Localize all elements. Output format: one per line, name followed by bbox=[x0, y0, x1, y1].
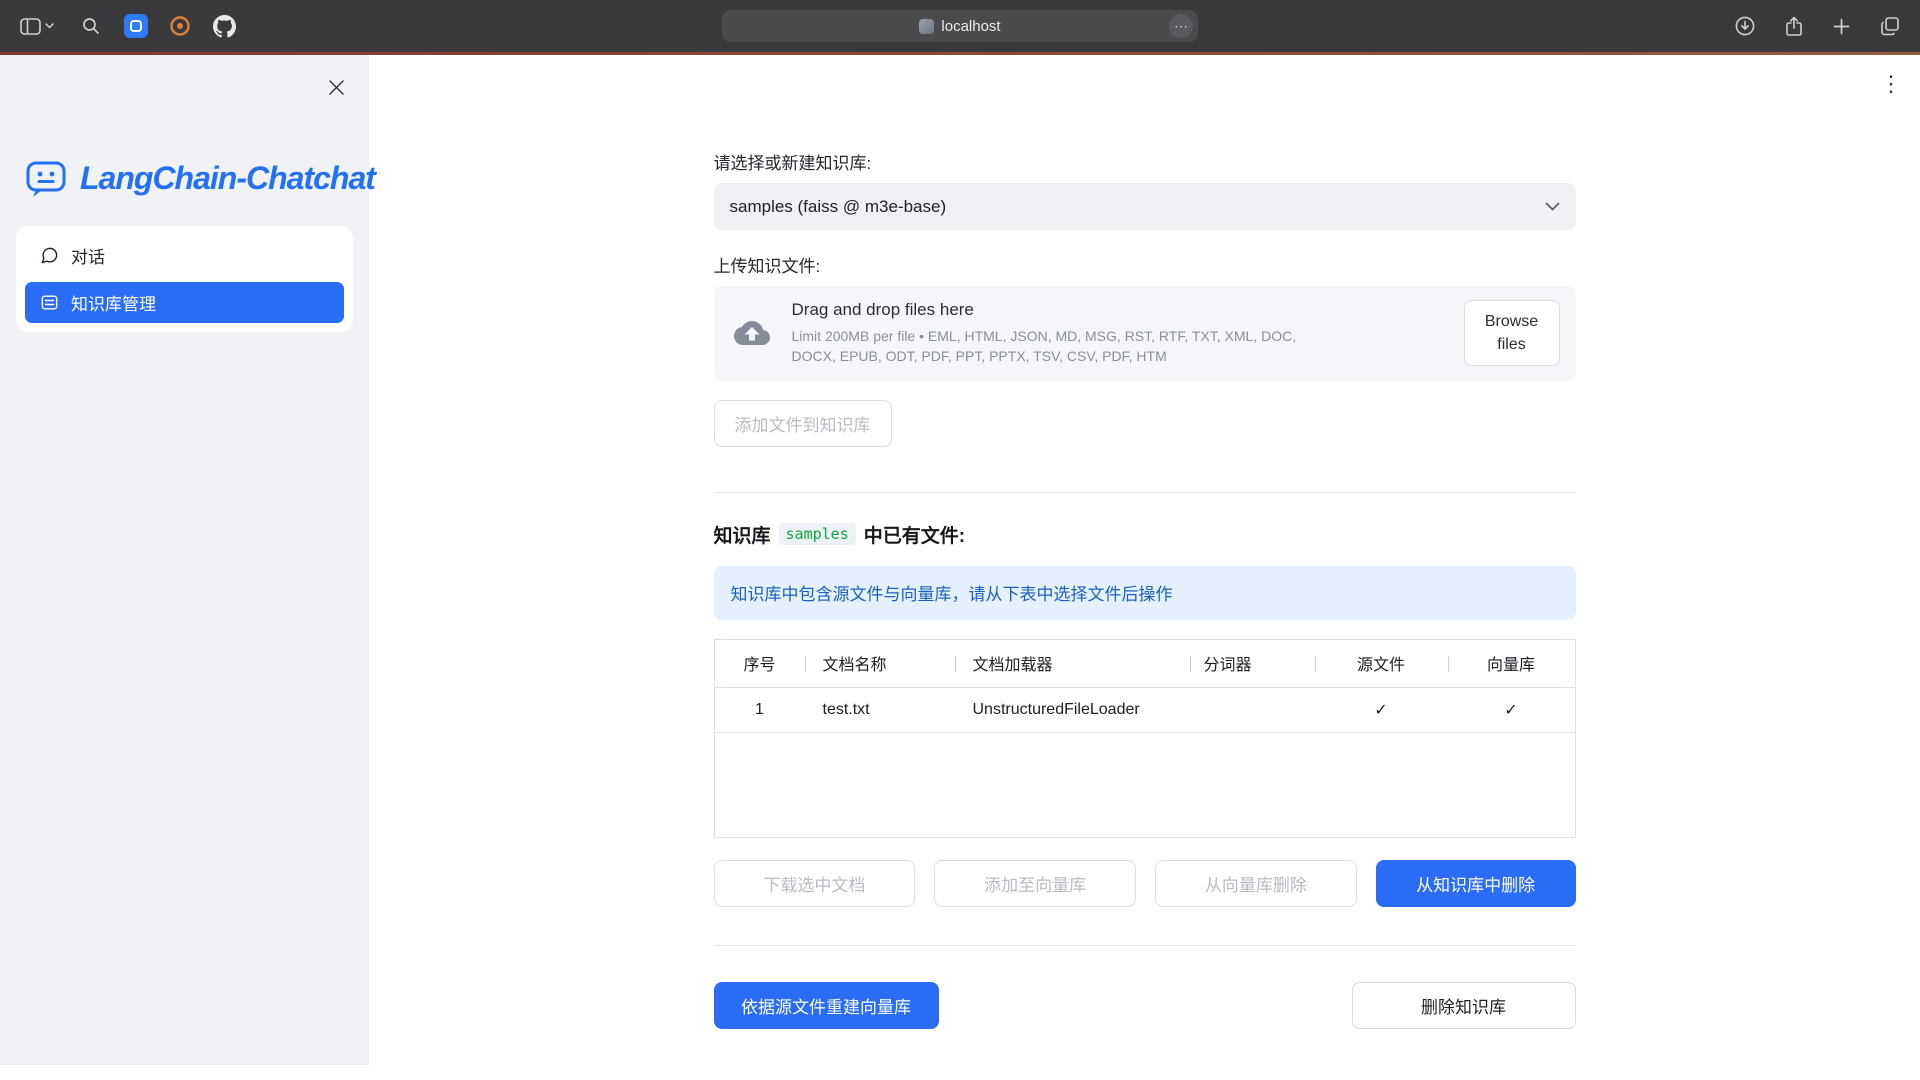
orange-app-icon[interactable] bbox=[168, 14, 192, 38]
table-row[interactable]: 1 test.txt UnstructuredFileLoader ✓ ✓ bbox=[715, 688, 1575, 733]
divider bbox=[714, 945, 1576, 946]
cloud-upload-icon bbox=[730, 315, 774, 351]
info-banner: 知识库中包含源文件与向量库，请从下表中选择文件后操作 bbox=[714, 566, 1576, 620]
app-logo: LangChain-Chatchat bbox=[24, 156, 369, 200]
cell-name: test.txt bbox=[805, 688, 955, 733]
sidebar-item-label: 知识库管理 bbox=[71, 290, 156, 315]
downloads-button[interactable] bbox=[1731, 12, 1759, 40]
sidebar-menu: 对话 知识库管理 bbox=[16, 226, 353, 332]
share-button[interactable] bbox=[1781, 12, 1807, 41]
close-sidebar-button[interactable] bbox=[324, 75, 349, 100]
blue-app-icon[interactable] bbox=[124, 14, 148, 38]
kb-select[interactable]: samples (faiss @ m3e-base) bbox=[714, 183, 1576, 230]
file-actions: 下载选中文档 添加至向量库 从向量库删除 从知识库中删除 bbox=[714, 860, 1576, 907]
kb-files-heading: 知识库 samples 中已有文件: bbox=[714, 521, 1576, 548]
more-options-icon[interactable]: ⋯ bbox=[1169, 14, 1193, 38]
close-icon bbox=[328, 79, 345, 96]
cell-vector-check: ✓ bbox=[1448, 688, 1575, 733]
delete-from-vector-button[interactable]: 从向量库删除 bbox=[1155, 860, 1357, 907]
browser-toolbar: localhost ⋯ bbox=[0, 0, 1920, 52]
toolbar-left-group bbox=[16, 13, 236, 39]
heading-suffix: 中已有文件: bbox=[864, 521, 965, 548]
upload-label: 上传知识文件: bbox=[714, 252, 1576, 277]
new-tab-button[interactable] bbox=[1829, 14, 1854, 39]
content-column: 请选择或新建知识库: samples (faiss @ m3e-base) 上传… bbox=[714, 55, 1576, 1029]
search-icon bbox=[82, 17, 100, 35]
heading-prefix: 知识库 bbox=[714, 521, 771, 548]
logo-text: LangChain-Chatchat bbox=[80, 160, 375, 197]
github-icon[interactable] bbox=[212, 14, 236, 38]
cell-splitter bbox=[1190, 688, 1315, 733]
sidebar: LangChain-Chatchat 对话 知识库管理 bbox=[0, 55, 369, 1065]
sidebar-panel-icon bbox=[20, 18, 41, 35]
kb-select-label: 请选择或新建知识库: bbox=[714, 149, 1576, 174]
dropzone-title: Drag and drop files here bbox=[792, 300, 1307, 320]
knowledge-base-icon bbox=[40, 293, 59, 312]
tab-overview-button[interactable] bbox=[1876, 12, 1904, 40]
rebuild-vector-store-button[interactable]: 依据源文件重建向量库 bbox=[714, 982, 939, 1029]
add-to-vector-button[interactable]: 添加至向量库 bbox=[934, 860, 1136, 907]
sidebar-item-kb-management[interactable]: 知识库管理 bbox=[25, 282, 344, 323]
site-favicon bbox=[919, 19, 934, 34]
url-text: localhost bbox=[941, 18, 1000, 35]
chevron-down-icon bbox=[1545, 202, 1560, 211]
col-header-loader[interactable]: 文档加载器 bbox=[955, 640, 1190, 688]
kb-select-value: samples (faiss @ m3e-base) bbox=[730, 197, 947, 217]
delete-from-kb-button[interactable]: 从知识库中删除 bbox=[1376, 860, 1576, 907]
delete-kb-button[interactable]: 删除知识库 bbox=[1352, 982, 1576, 1029]
chevron-down-icon bbox=[45, 23, 54, 29]
share-icon bbox=[1785, 16, 1803, 37]
address-bar[interactable]: localhost ⋯ bbox=[722, 10, 1198, 42]
kb-actions: 依据源文件重建向量库 删除知识库 bbox=[714, 982, 1576, 1029]
files-table: 序号 文档名称 文档加载器 分词器 源文件 向量库 1 test.txt Uns bbox=[714, 639, 1576, 838]
toolbar-right-group bbox=[1731, 0, 1904, 52]
cell-source-check: ✓ bbox=[1315, 688, 1448, 733]
main-content: ⋮ 请选择或新建知识库: samples (faiss @ m3e-base) … bbox=[369, 55, 1920, 1080]
col-header-vector[interactable]: 向量库 bbox=[1448, 640, 1575, 688]
col-header-source[interactable]: 源文件 bbox=[1315, 640, 1448, 688]
overflow-menu-icon[interactable]: ⋮ bbox=[1878, 71, 1904, 97]
search-button[interactable] bbox=[78, 13, 104, 39]
dropzone-text: Drag and drop files here Limit 200MB per… bbox=[792, 300, 1307, 367]
add-files-button[interactable]: 添加文件到知识库 bbox=[714, 400, 892, 447]
table-header-row: 序号 文档名称 文档加载器 分词器 源文件 向量库 bbox=[715, 640, 1575, 688]
sidebar-item-label: 对话 bbox=[71, 243, 105, 268]
page: LangChain-Chatchat 对话 知识库管理 ⋮ 请选择或新建知识库: bbox=[0, 52, 1920, 1080]
cell-index: 1 bbox=[715, 688, 805, 733]
chat-bubble-icon bbox=[40, 246, 59, 265]
divider bbox=[714, 492, 1576, 493]
logo-icon bbox=[24, 156, 68, 200]
sidebar-item-dialogue[interactable]: 对话 bbox=[25, 235, 344, 276]
kb-name-code: samples bbox=[779, 523, 856, 545]
dropzone-hint: Limit 200MB per file • EML, HTML, JSON, … bbox=[792, 326, 1307, 367]
download-icon bbox=[1735, 16, 1755, 36]
plus-icon bbox=[1833, 18, 1850, 35]
download-selected-button[interactable]: 下载选中文档 bbox=[714, 860, 916, 907]
file-dropzone[interactable]: Drag and drop files here Limit 200MB per… bbox=[714, 286, 1576, 381]
col-header-index[interactable]: 序号 bbox=[715, 640, 805, 688]
tabs-icon bbox=[1880, 16, 1900, 36]
sidebar-toggle-button[interactable] bbox=[16, 14, 58, 39]
browse-files-button[interactable]: Browse files bbox=[1464, 300, 1560, 366]
col-header-splitter[interactable]: 分词器 bbox=[1190, 640, 1315, 688]
cell-loader: UnstructuredFileLoader bbox=[955, 688, 1190, 733]
col-header-name[interactable]: 文档名称 bbox=[805, 640, 955, 688]
